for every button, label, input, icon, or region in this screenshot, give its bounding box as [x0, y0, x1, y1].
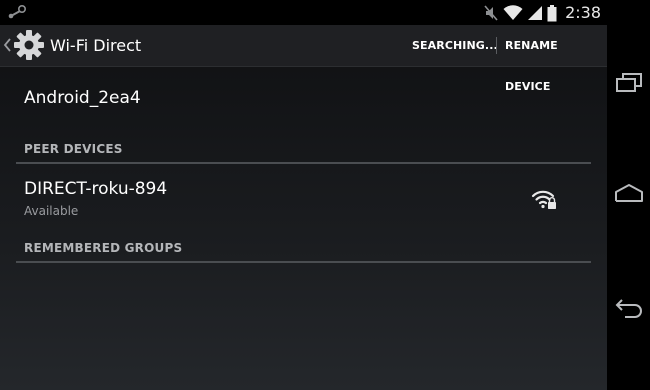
steam-icon: [8, 4, 27, 19]
action-divider: [496, 37, 497, 54]
peer-devices-divider: [16, 162, 591, 164]
remembered-groups-header: REMEMBERED GROUPS: [24, 241, 183, 255]
peer-list-item[interactable]: DIRECT-roku-894 Available: [0, 170, 607, 230]
recent-apps-icon[interactable]: [613, 70, 645, 94]
screen: 2:38 Wi-Fi Direct SEARCHING... RENAME DE…: [0, 0, 607, 390]
action-bar: Wi-Fi Direct SEARCHING... RENAME DEVICE: [0, 25, 607, 93]
rename-device-button[interactable]: RENAME DEVICE: [505, 25, 607, 93]
battery-icon: [547, 4, 557, 21]
home-icon[interactable]: [613, 182, 645, 206]
wifi-icon: [503, 5, 523, 20]
up-caret-icon[interactable]: [3, 37, 12, 53]
peer-name: DIRECT-roku-894: [24, 179, 168, 199]
this-device-name[interactable]: Android_2ea4: [24, 88, 141, 108]
back-icon[interactable]: [613, 296, 645, 320]
peer-devices-header: PEER DEVICES: [24, 142, 123, 156]
settings-gear-icon[interactable]: [13, 29, 45, 61]
searching-button[interactable]: SEARCHING...: [412, 25, 498, 66]
status-time: 2:38: [565, 3, 601, 22]
wifi-locked-icon: [531, 190, 556, 209]
page-title[interactable]: Wi-Fi Direct: [50, 25, 141, 66]
status-icons: 2:38: [483, 3, 601, 23]
status-bar: 2:38: [0, 0, 607, 25]
mute-icon: [484, 5, 498, 21]
navigation-bar: [607, 0, 650, 390]
remembered-groups-divider: [16, 261, 591, 263]
peer-status: Available: [24, 204, 79, 218]
signal-icon: [528, 6, 543, 20]
